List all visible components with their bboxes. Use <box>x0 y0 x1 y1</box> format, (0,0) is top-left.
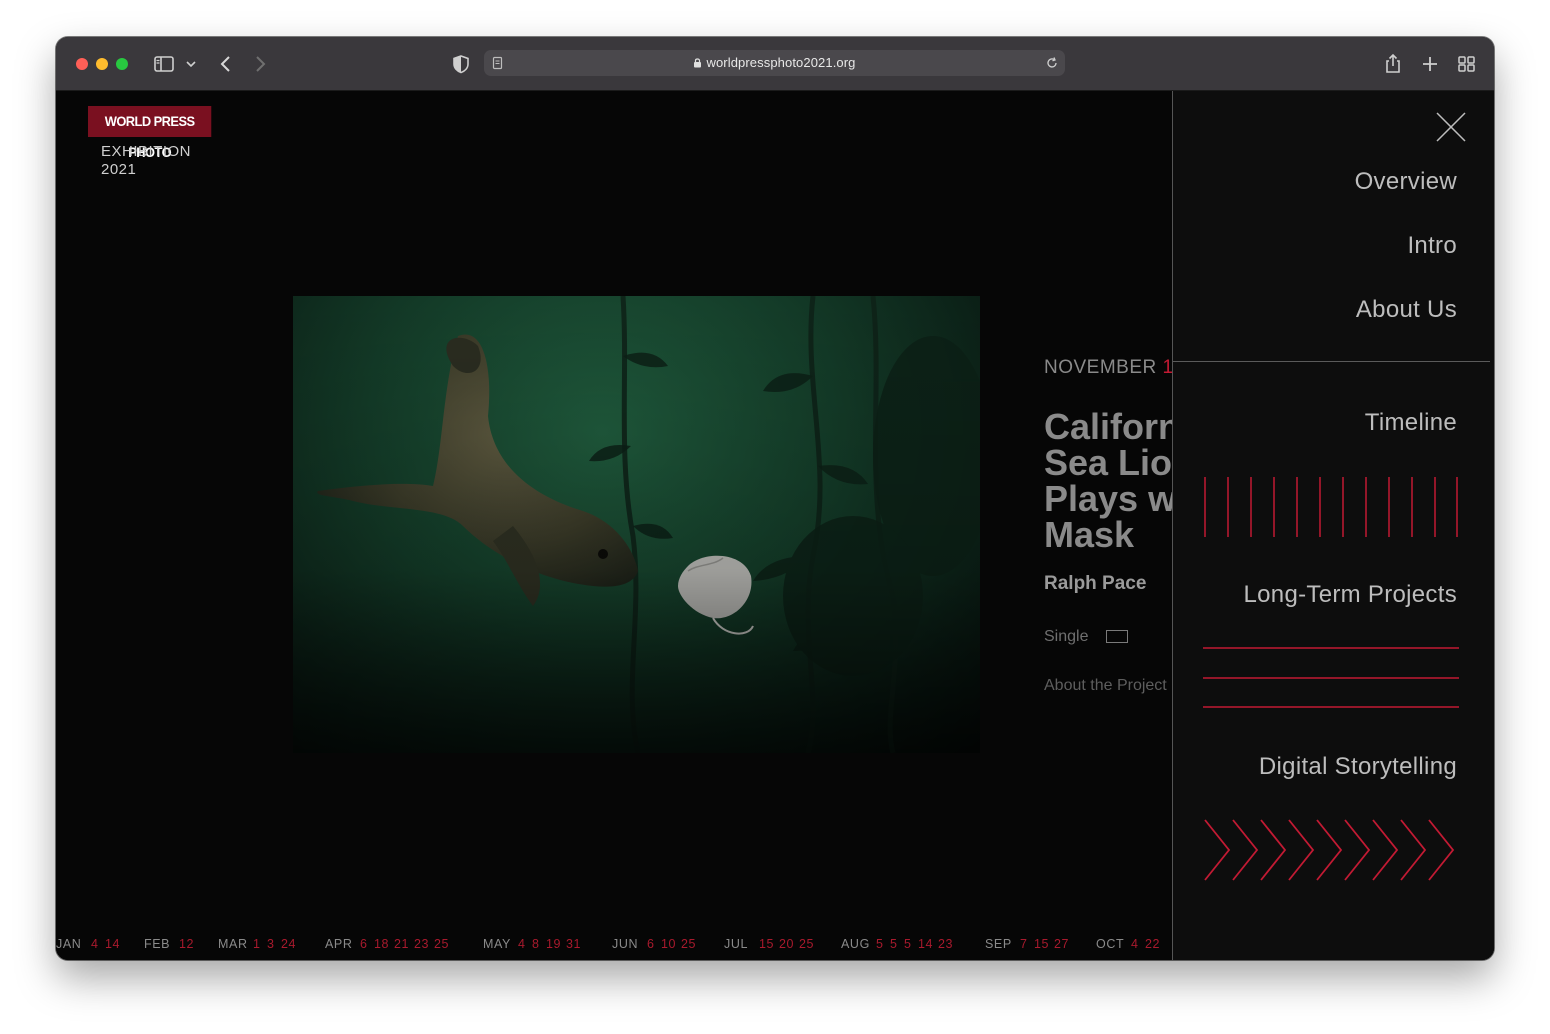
timeline-day[interactable]: 23 <box>414 937 429 951</box>
timeline-day[interactable]: 31 <box>566 937 581 951</box>
timeline-day[interactable]: 19 <box>546 937 561 951</box>
timeline-day[interactable]: 24 <box>281 937 296 951</box>
zoom-window-button[interactable] <box>116 58 128 70</box>
reload-icon[interactable] <box>1045 56 1059 70</box>
timeline-month[interactable]: OCT <box>1096 937 1124 951</box>
menu-item-timeline[interactable]: Timeline <box>1365 409 1457 437</box>
timeline-day[interactable]: 18 <box>374 937 389 951</box>
exhibition-text: EXHIBITION <box>101 143 192 160</box>
timeline-month[interactable]: FEB <box>144 937 170 951</box>
story-month: NOVEMBER <box>1044 357 1157 378</box>
timeline-month[interactable]: JAN <box>56 937 81 951</box>
browser-window: worldpressphoto2021.org WORLD PRESS PHOT… <box>56 37 1494 960</box>
world-press-photo-logo[interactable]: WORLD PRESS PHOTO <box>88 106 212 160</box>
timeline-day[interactable]: 12 <box>179 937 194 951</box>
menu-item-overview[interactable]: Overview <box>1355 168 1457 196</box>
url-text: worldpressphoto2021.org <box>484 55 1065 70</box>
timeline-day[interactable]: 22 <box>1145 937 1160 951</box>
timeline-month[interactable]: JUN <box>612 937 638 951</box>
page-content: WORLD PRESS PHOTO EXHIBITION 2021 NOVEMB… <box>56 91 1494 960</box>
menu-divider <box>1173 361 1490 362</box>
menu-item-digital-storytelling[interactable]: Digital Storytelling <box>1259 753 1457 781</box>
story-type: Single <box>1044 628 1089 645</box>
timeline-day[interactable]: 3 <box>267 937 275 951</box>
digital-chevrons-graphic <box>1204 819 1455 881</box>
menu-item-about-us[interactable]: About Us <box>1356 296 1457 324</box>
timeline-day[interactable]: 4 <box>518 937 526 951</box>
timeline-lines-graphic <box>1204 477 1458 537</box>
side-menu: Overview Intro About Us Timeline Long-Te… <box>1172 91 1494 960</box>
timeline-day[interactable]: 8 <box>532 937 540 951</box>
lock-icon <box>694 58 702 68</box>
share-icon[interactable] <box>1382 52 1404 76</box>
timeline-day[interactable]: 5 <box>890 937 898 951</box>
privacy-shield-icon[interactable] <box>450 52 472 76</box>
timeline-day[interactable]: 14 <box>105 937 120 951</box>
exhibition-label: EXHIBITION 2021 <box>101 143 191 179</box>
timeline-day[interactable]: 10 <box>661 937 676 951</box>
timeline-day[interactable]: 27 <box>1054 937 1069 951</box>
chevron-down-icon[interactable] <box>184 52 198 76</box>
timeline-day[interactable]: 4 <box>91 937 99 951</box>
menu-item-long-term-projects[interactable]: Long-Term Projects <box>1244 581 1457 609</box>
timeline-day[interactable]: 6 <box>360 937 368 951</box>
new-tab-icon[interactable] <box>1420 52 1440 76</box>
timeline-day[interactable]: 20 <box>779 937 794 951</box>
browser-toolbar: worldpressphoto2021.org <box>56 37 1494 91</box>
timeline-month[interactable]: AUG <box>841 937 870 951</box>
timeline-day[interactable]: 23 <box>938 937 953 951</box>
sea-lion-photo-illustration <box>293 296 980 753</box>
timeline-day[interactable]: 7 <box>1020 937 1028 951</box>
timeline-day[interactable]: 6 <box>647 937 655 951</box>
address-bar[interactable]: worldpressphoto2021.org <box>484 50 1065 76</box>
exhibition-year: 2021 <box>101 161 137 178</box>
about-project-link[interactable]: About the Project <box>1044 677 1172 695</box>
timeline-day[interactable]: 21 <box>394 937 409 951</box>
timeline-day[interactable]: 5 <box>904 937 912 951</box>
featured-photo[interactable] <box>293 296 980 753</box>
timeline-month[interactable]: APR <box>325 937 353 951</box>
timeline-day[interactable]: 1 <box>253 937 261 951</box>
story-author: Ralph Pace <box>1044 573 1147 594</box>
menu-item-intro[interactable]: Intro <box>1407 232 1457 260</box>
timeline-day[interactable]: 14 <box>918 937 933 951</box>
timeline-day[interactable]: 15 <box>1034 937 1049 951</box>
close-icon[interactable] <box>1435 111 1467 143</box>
long-term-lines-graphic <box>1203 647 1459 708</box>
minimize-window-button[interactable] <box>96 58 108 70</box>
timeline-day[interactable]: 15 <box>759 937 774 951</box>
timeline-day[interactable]: 4 <box>1131 937 1139 951</box>
forward-arrow-icon[interactable] <box>250 52 270 76</box>
url-label: worldpressphoto2021.org <box>706 55 856 70</box>
timeline-month[interactable]: SEP <box>985 937 1012 951</box>
timeline-month[interactable]: MAR <box>218 937 248 951</box>
timeline-day[interactable]: 25 <box>681 937 696 951</box>
timeline-day[interactable]: 25 <box>434 937 449 951</box>
story-date: NOVEMBER 1 <box>1044 357 1174 379</box>
tab-overview-icon[interactable] <box>1456 52 1478 76</box>
timeline-day[interactable]: 5 <box>876 937 884 951</box>
sidebar-toggle-icon[interactable] <box>152 52 176 76</box>
close-window-button[interactable] <box>76 58 88 70</box>
timeline-month[interactable]: MAY <box>483 937 511 951</box>
back-arrow-icon[interactable] <box>216 52 236 76</box>
timeline-day[interactable]: 25 <box>799 937 814 951</box>
timeline-month[interactable]: JUL <box>724 937 748 951</box>
single-format-icon <box>1106 630 1128 643</box>
